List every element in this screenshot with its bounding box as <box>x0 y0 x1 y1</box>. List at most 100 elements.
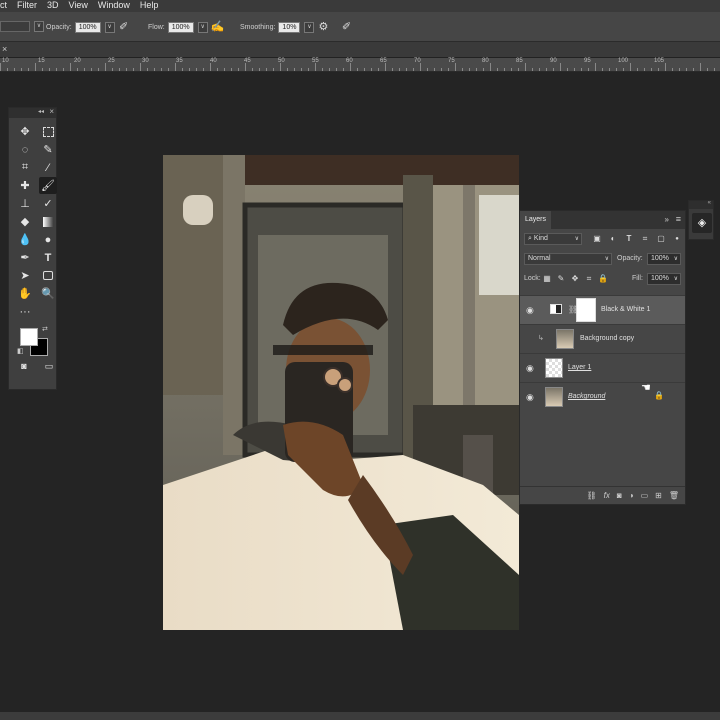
smart-object-filter-icon[interactable]: ▢ <box>656 234 666 244</box>
adjustment-filter-icon[interactable]: ◐ <box>608 234 618 244</box>
fill-input[interactable]: 100% ∨ <box>647 273 681 285</box>
chevron-down-icon[interactable]: ∨ <box>304 21 315 33</box>
layer-name[interactable]: Background copy <box>580 335 634 342</box>
fill-label: Fill: <box>632 275 643 282</box>
lock-icon[interactable]: 🔒 <box>654 391 664 400</box>
lock-pixels-icon[interactable]: ✎ <box>556 274 566 284</box>
add-mask-icon[interactable]: ◙ <box>617 491 622 500</box>
ruler-mark <box>490 63 491 71</box>
document-photo[interactable] <box>163 155 519 630</box>
filter-toggle-icon[interactable]: ● <box>672 234 682 244</box>
ruler-mark <box>203 68 204 71</box>
flow-input[interactable]: 100% <box>167 21 194 33</box>
layer-thumbnail <box>556 329 574 349</box>
lock-transparent-icon[interactable]: ▦ <box>542 274 552 284</box>
opacity-input[interactable]: 100% <box>74 21 101 33</box>
layer-row-black-white[interactable]: ◉ ⛓ Black & White 1 <box>520 295 685 324</box>
collapse-icon[interactable]: » <box>665 215 669 224</box>
dock-header[interactable]: « <box>689 200 713 209</box>
ruler-tick: 100 <box>618 58 629 64</box>
foreground-color-swatch[interactable] <box>20 328 38 346</box>
menu-item-select[interactable]: ct <box>0 0 7 12</box>
ruler-tick: 80 <box>482 58 489 64</box>
chevron-down-icon[interactable]: ∨ <box>104 21 115 33</box>
screen-mode-icon[interactable]: ▭ <box>42 360 56 372</box>
close-icon[interactable]: × <box>2 44 7 54</box>
chevron-down-icon: ∨ <box>673 256 678 262</box>
menu-item-help[interactable]: Help <box>140 0 159 12</box>
trash-icon[interactable]: 🗑 <box>669 491 679 500</box>
airbrush-icon[interactable]: ✍ <box>211 21 225 33</box>
shape-filter-icon[interactable]: ⌗ <box>640 234 650 244</box>
chevron-down-icon[interactable]: ∨ <box>34 21 44 32</box>
fx-icon[interactable]: fx <box>604 491 610 500</box>
menu-item-view[interactable]: View <box>69 0 88 12</box>
pressure-opacity-icon[interactable]: ✐ <box>118 21 130 33</box>
menu-item-window[interactable]: Window <box>98 0 130 12</box>
quick-mask-icon[interactable]: ◙ <box>17 360 31 372</box>
layer-opacity-input[interactable]: 100% ∨ <box>647 253 681 265</box>
collapse-icon[interactable]: « <box>708 200 711 206</box>
more-tools-icon[interactable]: ··· <box>16 303 34 320</box>
lock-position-icon[interactable]: ✥ <box>570 274 580 284</box>
new-group-icon[interactable]: ▭ <box>641 491 649 500</box>
zoom-tool-icon[interactable]: 🔍 <box>39 285 57 302</box>
chevron-down-icon[interactable]: ∨ <box>197 21 208 33</box>
type-tool-icon[interactable]: T <box>39 249 57 266</box>
pen-tool-icon[interactable]: ✒ <box>16 249 34 266</box>
healing-brush-tool-icon[interactable]: ✚ <box>16 177 34 194</box>
symmetry-icon[interactable]: ✐ <box>340 21 352 33</box>
lock-artboard-icon[interactable]: ⌗ <box>584 274 594 284</box>
layer-row-layer-1[interactable]: ◉ Layer 1 <box>520 353 685 382</box>
layer-mask-thumbnail[interactable] <box>576 298 596 322</box>
layer-name[interactable]: Layer 1 <box>568 364 591 371</box>
ruler-mark <box>483 68 484 71</box>
chevron-down-icon: ∨ <box>673 276 678 282</box>
layer-row-background-copy[interactable]: ↳ Background copy <box>520 324 685 353</box>
layer-row-background[interactable]: ◉ Background 🔒 <box>520 382 685 411</box>
default-colors-icon[interactable]: ◧ <box>17 347 24 355</box>
marquee-tool-icon[interactable] <box>39 123 57 140</box>
eye-icon[interactable]: ◉ <box>526 392 534 403</box>
clone-stamp-tool-icon[interactable]: ⊥ <box>16 195 34 212</box>
tab-layers[interactable]: Layers <box>520 211 552 229</box>
layers-stack-icon[interactable]: ◈ <box>692 213 712 233</box>
ruler-mark <box>574 68 575 71</box>
lasso-tool-icon[interactable]: ◌ <box>16 141 34 158</box>
path-selection-tool-icon[interactable]: ➤ <box>16 267 34 284</box>
filter-kind-select[interactable]: ⌕ Kind ∨ <box>524 233 582 245</box>
rectangle-tool-icon[interactable] <box>39 267 57 284</box>
quick-selection-tool-icon[interactable]: ✎ <box>39 141 57 158</box>
menu-item-filter[interactable]: Filter <box>17 0 37 12</box>
eye-icon[interactable]: ◉ <box>526 305 534 316</box>
blend-mode-select[interactable]: Normal ∨ <box>524 253 612 265</box>
layer-name[interactable]: Black & White 1 <box>601 306 650 313</box>
eye-icon[interactable]: ◉ <box>526 363 534 374</box>
dodge-tool-icon[interactable]: ● <box>39 231 57 248</box>
brush-preset-picker[interactable] <box>0 21 30 32</box>
menu-item-3d[interactable]: 3D <box>47 0 59 12</box>
lock-all-icon[interactable]: 🔒 <box>598 274 608 284</box>
close-icon[interactable]: × <box>49 107 54 116</box>
eraser-tool-icon[interactable]: ◆ <box>16 213 34 230</box>
swap-colors-icon[interactable]: ⇄ <box>42 325 48 333</box>
gradient-tool-icon[interactable] <box>39 213 57 230</box>
toolbox-header[interactable]: ◂◂ × <box>9 107 56 118</box>
type-filter-icon[interactable]: T <box>624 234 634 244</box>
smoothing-input[interactable]: 10% <box>278 21 301 33</box>
eyedropper-tool-icon[interactable]: ⁄ <box>39 159 57 176</box>
collapse-icon[interactable]: ◂◂ <box>38 108 44 115</box>
panel-menu-icon[interactable]: ≡ <box>676 214 681 224</box>
move-tool-icon[interactable]: ✥ <box>16 123 34 140</box>
layer-name[interactable]: Background <box>568 393 605 400</box>
pixel-filter-icon[interactable]: ▣ <box>592 234 602 244</box>
new-layer-icon[interactable]: ⊞ <box>655 491 662 500</box>
brush-tool-icon[interactable]: 🖌 <box>39 177 57 194</box>
gear-icon[interactable]: ⚙ <box>317 21 329 33</box>
blur-tool-icon[interactable]: 💧 <box>16 231 34 248</box>
history-brush-tool-icon[interactable]: ✓ <box>39 195 57 212</box>
new-adjustment-icon[interactable]: ◑ <box>629 491 634 500</box>
hand-tool-icon[interactable]: ✋ <box>16 285 34 302</box>
link-layers-icon[interactable]: ⛓ <box>587 491 597 500</box>
crop-tool-icon[interactable]: ⌗ <box>16 159 34 176</box>
